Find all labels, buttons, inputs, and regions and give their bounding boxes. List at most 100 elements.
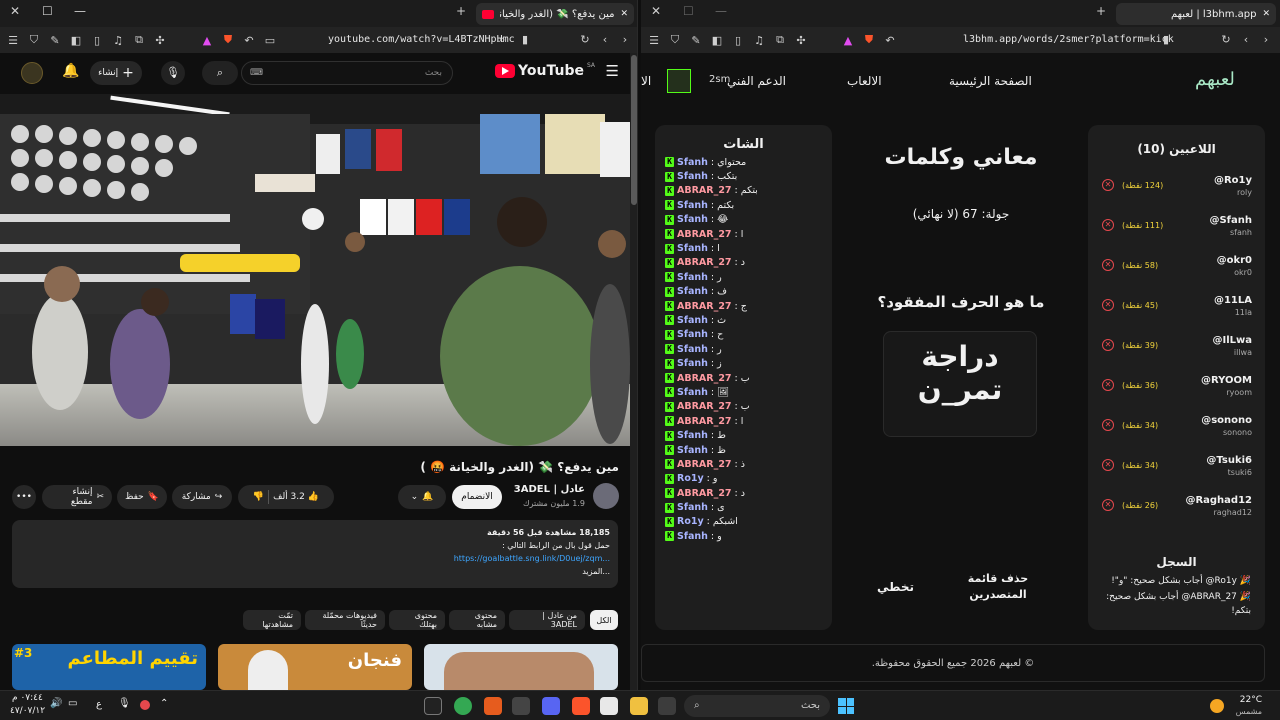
nav-games[interactable]: الالعاب: [847, 74, 882, 88]
video-player[interactable]: [0, 94, 630, 446]
thumbnail-restaurant-review[interactable]: #3 تقييم المطاعم: [12, 644, 206, 690]
brave-icon[interactable]: [572, 697, 590, 715]
share-button[interactable]: ↪ مشاركة: [172, 485, 232, 509]
menu-icon[interactable]: ☰: [647, 34, 661, 47]
sidebar-icon[interactable]: ▯: [731, 34, 745, 47]
vpn-icon[interactable]: ▲: [200, 34, 214, 47]
shield-icon[interactable]: ⛉: [668, 33, 682, 47]
screen-icon[interactable]: ▭: [263, 34, 277, 47]
clip-button[interactable]: ✂ إنشاء مقطع: [42, 485, 112, 509]
music-icon[interactable]: ♫: [752, 34, 766, 47]
remove-player-icon[interactable]: ✕: [1102, 179, 1114, 191]
remove-player-icon[interactable]: ✕: [1102, 219, 1114, 231]
file-explorer-icon[interactable]: [630, 697, 648, 715]
forward-icon[interactable]: ›: [618, 33, 632, 46]
tab-youtube[interactable]: ✕ مين يدفع؟ 💸 (الغدر والخيانة🤬): [476, 3, 634, 25]
share-icon[interactable]: ↶: [883, 34, 897, 47]
remove-player-icon[interactable]: ✕: [1102, 459, 1114, 471]
like-button[interactable]: 👍 3.2 ألف: [273, 492, 319, 502]
save-button[interactable]: 🔖 حفظ: [117, 485, 167, 509]
remove-player-icon[interactable]: ✕: [1102, 419, 1114, 431]
forward-icon[interactable]: ›: [1259, 33, 1273, 46]
delete-leaderboard-button[interactable]: حذف قائمة المتصدرين: [959, 571, 1037, 603]
remove-player-icon[interactable]: ✕: [1102, 299, 1114, 311]
notifications-icon[interactable]: 🔔: [62, 63, 79, 79]
close-window-icon[interactable]: ✕: [651, 4, 661, 18]
scrollbar-thumb[interactable]: [631, 55, 637, 205]
back-icon[interactable]: ‹: [598, 33, 612, 46]
chip-recently-uploaded[interactable]: فيديوهات محمّلة حديثًا: [305, 610, 385, 630]
weather-widget[interactable]: 22°C مشمس: [1210, 693, 1270, 719]
guide-menu-icon[interactable]: ☰: [606, 62, 619, 80]
puzzle-icon[interactable]: ✣: [794, 34, 808, 47]
thumbnail-finjan[interactable]: فنجان: [218, 644, 412, 690]
share-icon[interactable]: ↶: [242, 34, 256, 47]
description-box[interactable]: 18,185 مشاهدة قبل 56 دقيقة حمل قول بال م…: [12, 520, 618, 588]
epic-games-icon[interactable]: [424, 697, 442, 715]
tab-icon[interactable]: ⧉: [132, 33, 146, 47]
join-button[interactable]: الانضمام: [452, 485, 502, 509]
nav-cut-item[interactable]: الا: [641, 74, 651, 88]
wallet-icon[interactable]: ◧: [69, 34, 83, 47]
create-button[interactable]: + إنشاء: [90, 61, 142, 85]
close-tab-icon[interactable]: ✕: [620, 9, 628, 19]
chip-for-you[interactable]: محتوى بهتلك: [389, 610, 445, 630]
remove-player-icon[interactable]: ✕: [1102, 499, 1114, 511]
description-link[interactable]: https://goalbattle.sng.link/D0uej/zqm...: [20, 552, 610, 565]
maximize-icon[interactable]: ☐: [42, 4, 53, 18]
notes-app-icon[interactable]: [600, 697, 618, 715]
discord-icon[interactable]: [542, 697, 560, 715]
channel-name[interactable]: عادل | 3ADEL: [514, 484, 585, 495]
chrome-icon[interactable]: [454, 697, 472, 715]
tab-icon[interactable]: ⧉: [773, 33, 787, 47]
chip-watched[interactable]: تمّت مشاهدتها: [243, 610, 301, 630]
search-input[interactable]: بحث ⌨: [241, 61, 453, 85]
subscribe-bell-button[interactable]: 🔔 ⌄: [398, 485, 446, 509]
new-tab-icon[interactable]: +: [456, 4, 466, 18]
link-icon[interactable]: ∞: [494, 33, 508, 46]
wallet-icon[interactable]: ◧: [710, 34, 724, 47]
brave-shield-icon[interactable]: ⛊: [862, 33, 876, 47]
obs-icon[interactable]: [512, 697, 530, 715]
remove-player-icon[interactable]: ✕: [1102, 259, 1114, 271]
clock-time[interactable]: ٠٧:٤٤ م: [12, 693, 43, 703]
music-icon[interactable]: ♫: [111, 34, 125, 47]
sidebar-icon[interactable]: ▯: [90, 34, 104, 47]
back-icon[interactable]: ‹: [1239, 33, 1253, 46]
task-view-icon[interactable]: [658, 697, 676, 715]
show-more[interactable]: ...المزيد: [20, 565, 610, 578]
language-indicator[interactable]: ع: [96, 699, 102, 710]
new-tab-icon[interactable]: +: [1096, 4, 1106, 18]
skip-button[interactable]: تخطي: [877, 580, 914, 594]
user-avatar[interactable]: [667, 69, 691, 93]
puzzle-icon[interactable]: ✣: [153, 34, 167, 47]
menu-icon[interactable]: ☰: [6, 34, 20, 47]
mic-icon[interactable]: 🎙: [118, 698, 131, 709]
avatar[interactable]: [21, 62, 43, 84]
dislike-button[interactable]: 👎: [253, 492, 264, 502]
chip-all[interactable]: الكل: [590, 610, 618, 630]
thumbnail-group[interactable]: [424, 644, 618, 690]
brave-shield-icon[interactable]: ⛊: [221, 33, 235, 47]
scrollbar[interactable]: [630, 53, 637, 690]
channel-avatar[interactable]: [593, 483, 619, 509]
youtube-logo[interactable]: YouTube SA: [495, 62, 595, 79]
close-tab-icon[interactable]: ✕: [1262, 9, 1270, 19]
remove-player-icon[interactable]: ✕: [1102, 339, 1114, 351]
bookmark-icon[interactable]: ▮: [518, 33, 532, 46]
shield-icon[interactable]: ⛉: [27, 33, 41, 47]
address-bar[interactable]: l3bhm.app/words/2smer?platform=kick: [963, 34, 1174, 45]
record-icon[interactable]: [140, 700, 150, 710]
maximize-icon[interactable]: ☐: [683, 4, 694, 18]
start-button[interactable]: [838, 698, 854, 714]
site-logo[interactable]: لعبهم: [1195, 69, 1235, 90]
keyboard-icon[interactable]: ⌨: [250, 62, 263, 84]
chevron-up-icon[interactable]: ⌃: [160, 698, 168, 709]
mic-button[interactable]: 🎙: [161, 61, 185, 85]
chip-from-channel[interactable]: من عادل | 3ADEL: [509, 610, 585, 630]
bookmark-icon[interactable]: ▮: [1159, 33, 1173, 46]
taskbar-search[interactable]: بحث ⌕: [684, 695, 830, 717]
more-actions-button[interactable]: •••: [12, 485, 36, 509]
close-window-icon[interactable]: ✕: [10, 4, 20, 18]
tab-l3bhm[interactable]: ✕ l3bhm.app | لعبهم: [1116, 3, 1276, 25]
